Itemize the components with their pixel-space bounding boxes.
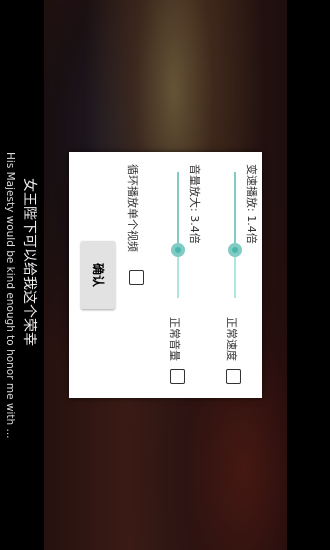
speed-slider-rest [234,250,236,298]
loop-label: 循环播放单个视频 [126,164,139,252]
normal-speed-checkbox[interactable] [226,369,241,384]
normal-volume-checkbox[interactable] [170,369,185,384]
confirm-button-label: 确认 [91,263,105,288]
player-screen: 女王陛下可以给我这个荣幸 His Majesty would be kind e… [0,0,330,550]
subtitle-chinese: 女王陛下可以给我这个荣幸 [21,178,37,346]
speed-slider-fill [234,172,236,250]
speed-label: 变速播放: 1.4倍 [245,164,258,244]
confirm-button[interactable]: 确认 [81,241,115,309]
subtitle-strip: 女王陛下可以给我这个荣幸 His Majesty would be kind e… [0,0,44,550]
volume-slider-rest [177,250,179,298]
speed-slider-thumb[interactable] [228,243,242,257]
normal-volume-label: 正常音量 [168,317,181,361]
subtitle-english: His Majesty would be kind enough to hono… [4,152,16,439]
loop-checkbox[interactable] [129,270,144,285]
volume-label: 音量放大: 3.4倍 [188,164,201,244]
volume-slider-fill [177,172,179,250]
volume-slider-thumb[interactable] [171,243,185,257]
normal-speed-label: 正常速度 [225,317,238,361]
